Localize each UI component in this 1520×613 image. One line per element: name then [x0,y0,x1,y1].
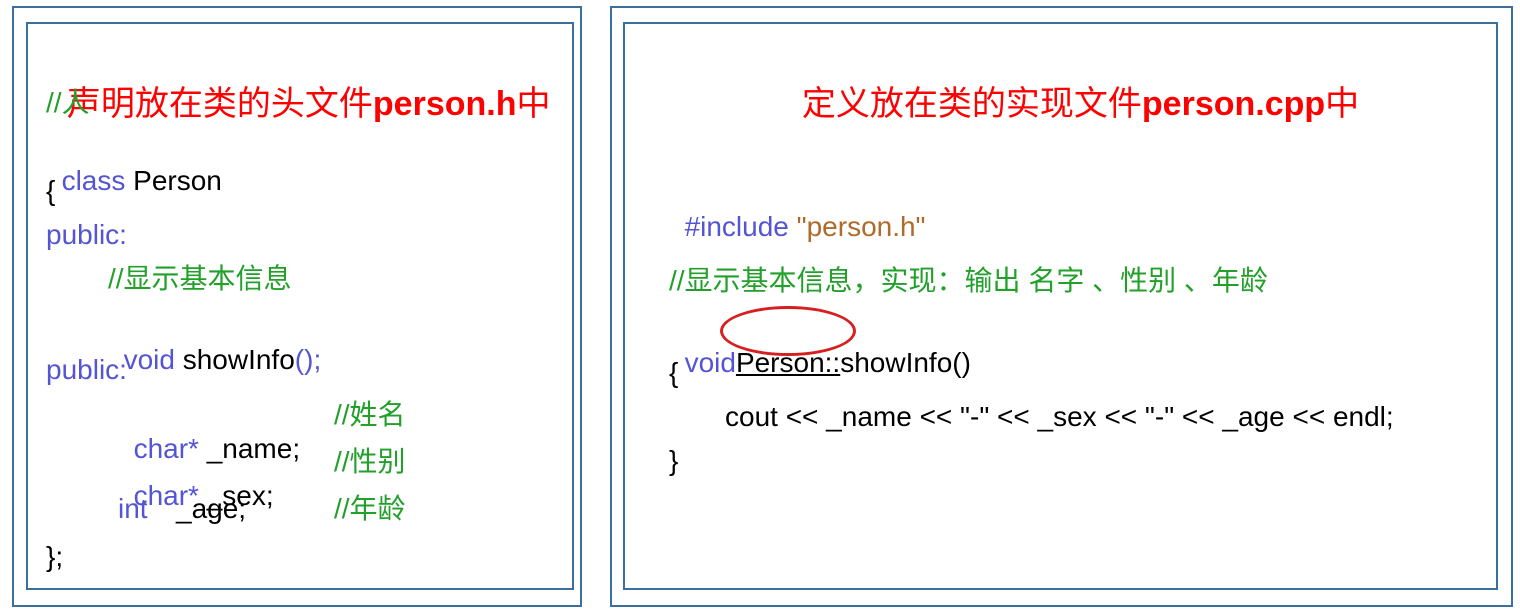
left-open-brace: { [46,175,56,206]
comment-name: //姓名 [334,399,406,430]
left-title-prefix: 声明放在类的头文件 [66,85,373,123]
include-file: "person.h" [788,211,926,242]
class-declaration-line: class Person [46,130,222,198]
include-directive: #include [684,211,789,242]
public-keyword-1: public: [46,219,127,250]
class-keyword: class [61,165,126,196]
right-open-brace: { [669,357,679,388]
comment-show-info: //显示基本信息 [108,263,292,294]
right-title: 定义放在类的实现文件person.cpp中 [783,44,1359,124]
comment-person: //人 [46,87,90,118]
comment-sex: //性别 [334,446,406,477]
left-title: 声明放在类的头文件person.h中 [48,44,551,124]
void-keyword-def: void [684,347,736,378]
method-parens: (); [294,344,322,375]
right-title-file: person.cpp [1141,85,1326,123]
public-keyword-2: public: [46,354,127,385]
right-title-suffix: 中 [1325,85,1360,123]
method-declaration-line: void showInfo(); [108,309,322,377]
left-close-brace: }; [46,541,64,572]
int-keyword: int [118,493,148,524]
highlight-ellipse [720,306,856,356]
void-keyword: void [123,344,175,375]
include-line: #include "person.h" [669,176,926,244]
method-name: showInfo [174,344,295,375]
comment-age: //年龄 [334,493,406,524]
right-title-prefix: 定义放在类的实现文件 [801,85,1142,123]
left-title-suffix: 中 [516,85,551,123]
age-field: _age; [176,493,247,524]
right-close-brace: } [669,445,679,476]
class-name: Person [125,165,222,196]
method-definition-name: showInfo() [840,347,971,378]
method-body: cout << _name << "-" << _sex << "-" << _… [725,401,1394,432]
comment-implementation: //显示基本信息，实现：输出 名字 、性别 、年龄 [669,265,1268,296]
left-title-file: person.h [372,85,517,123]
